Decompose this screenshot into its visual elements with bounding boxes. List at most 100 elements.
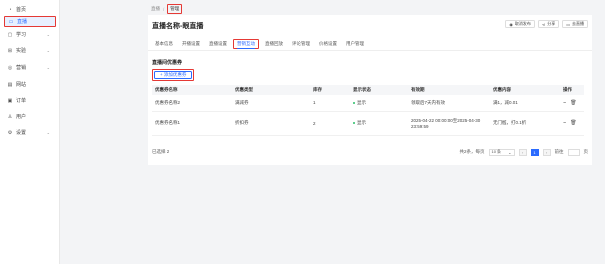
page-number[interactable]: 1: [530, 148, 539, 156]
coupon-type: 折扣券: [232, 111, 310, 136]
coupon-stock: 1: [310, 95, 350, 112]
marketing-icon: ◎: [7, 64, 13, 71]
column-header: 操作: [560, 85, 584, 95]
breadcrumb-parent[interactable]: 直播: [151, 6, 160, 12]
chevron-down-icon: ⌄: [46, 32, 50, 37]
sidebar: ◔ 首页 ▭ 直播 ▢ 学习 ⌄ ⊞ 实验 ⌄ ◎ 营销 ⌄ ▤ 网站 ▣ 订单 ♙ 用户 ⚙ 设置 ⌄: [0, 0, 60, 264]
tab-divider: [148, 50, 592, 51]
delete-icon[interactable]: 🗑: [570, 100, 576, 106]
chevron-down-icon: ⌄: [508, 149, 512, 155]
sidebar-item-label: 用户: [16, 114, 27, 120]
user-icon: ♙: [7, 113, 13, 120]
pagination: 共2条，每页 10 条 ⌄ ‹ 1 › 前往 页: [459, 148, 589, 156]
coupon-table: 优惠券名称 优惠类型 库存 显示状态 有效期 优惠内容 操作 优惠券名称2 满减券 1 显示 领取后…: [152, 85, 584, 136]
sidebar-item-7[interactable]: ♙ 用户: [4, 111, 56, 122]
coupon-stock: 2: [310, 111, 350, 136]
live-icon: ▭: [8, 18, 14, 25]
sidebar-item-5[interactable]: ▤ 网站: [4, 79, 56, 90]
column-header: 有效期: [408, 85, 490, 95]
share-icon: ⋖: [541, 21, 546, 27]
tab-0[interactable]: 基本信息: [152, 39, 176, 49]
jump-label: 前往: [554, 149, 564, 154]
coupon-name: 优惠券名称1: [152, 111, 232, 136]
section-title: 直播间优惠券: [152, 60, 183, 66]
header-button-label: 去直播: [572, 21, 584, 26]
table-row: 优惠券名称1 折扣券 2 显示 2025-04-22 00:00:00至2025-04-…: [152, 111, 584, 136]
header-button-0[interactable]: ◉ 取消发布: [505, 20, 535, 28]
add-coupon-button[interactable]: + 添加优惠券: [154, 71, 193, 79]
tab-2[interactable]: 直播设置: [206, 39, 230, 49]
chevron-down-icon: ⌄: [46, 130, 50, 135]
status-dot: [353, 101, 355, 104]
status-badge: 显示: [357, 99, 366, 105]
order-icon: ▣: [7, 97, 13, 104]
sidebar-item-6[interactable]: ▣ 订单: [4, 95, 56, 106]
selected-count: 已选择 2: [152, 149, 170, 154]
actions-cell: ⌣ 🗑: [560, 95, 584, 112]
tab-4[interactable]: 直播回放: [262, 39, 286, 49]
breadcrumb-current[interactable]: 管理: [167, 4, 183, 14]
status-badge: 显示: [357, 120, 366, 125]
chevron-down-icon: ⌄: [46, 65, 50, 70]
coupon-validity: 领取后7天内有效: [408, 95, 490, 112]
coupon-content: 无门槛，打0.1折: [490, 111, 560, 136]
sidebar-item-label: 网站: [16, 82, 27, 88]
row-actions: ⌣ 🗑: [563, 120, 584, 126]
status-dot: [353, 121, 355, 124]
row-actions: ⌣ 🗑: [563, 100, 584, 106]
coupon-content: 满1，减0.01: [490, 95, 560, 112]
coupon-name: 优惠券名称2: [152, 95, 232, 112]
prev-page-button[interactable]: ‹: [518, 148, 527, 156]
next-page-button[interactable]: ›: [542, 148, 551, 156]
sidebar-item-3[interactable]: ⊞ 实验 ⌄: [4, 45, 56, 56]
sidebar-item-label: 直播: [17, 19, 28, 25]
unpublish-icon: ◉: [509, 21, 513, 27]
table-footer: 已选择 2 共2条，每页 10 条 ⌄ ‹ 1 › 前往 页: [152, 146, 588, 158]
flask-icon: ⊞: [7, 47, 13, 54]
more-icon[interactable]: ⌣: [563, 100, 566, 106]
tab-6[interactable]: 价格设置: [316, 39, 340, 49]
header-button-label: 分享: [547, 21, 556, 26]
tab-bar: 基本信息 开播设置 直播设置 营销互动 直播回放 评论管理 价格设置 用户管理: [152, 39, 370, 49]
jump-input[interactable]: [567, 148, 580, 156]
header-button-2[interactable]: ▭ 去直播: [562, 20, 588, 28]
breadcrumb-separator: /: [163, 6, 165, 12]
go-live-icon: ▭: [566, 21, 570, 27]
coupon-type: 满减券: [232, 95, 310, 112]
sidebar-item-label: 营销: [16, 65, 27, 71]
sidebar-item-2[interactable]: ▢ 学习 ⌄: [4, 29, 56, 40]
total-count: 共2条，每页: [459, 149, 485, 154]
column-header: 优惠内容: [490, 85, 560, 95]
page-size-value: 10 条: [491, 149, 502, 154]
sidebar-item-label: 首页: [16, 7, 27, 13]
column-header: 显示状态: [350, 85, 408, 95]
page-size-select[interactable]: 10 条 ⌄: [488, 148, 515, 156]
tab-7[interactable]: 用户管理: [343, 39, 367, 49]
sidebar-item-0[interactable]: ◔ 首页: [4, 4, 56, 15]
actions-cell: ⌣ 🗑: [560, 111, 584, 136]
coupon-validity: 2025-04-22 00:00:00至2025-04-30 23:59:59: [408, 111, 490, 136]
sidebar-item-8[interactable]: ⚙ 设置 ⌄: [4, 127, 56, 138]
sidebar-item-label: 学习: [16, 32, 27, 38]
main-panel: 直播名称-眼直播 ◉ 取消发布 ⋖ 分享 ▭ 去直播 基本信息 开播设置 直播设置 营销互动 直播…: [148, 15, 592, 165]
sidebar-item-1[interactable]: ▭ 直播: [4, 16, 56, 27]
book-icon: ▢: [7, 31, 13, 38]
sidebar-item-label: 设置: [16, 130, 27, 136]
column-header: 优惠类型: [232, 85, 310, 95]
dashboard-icon: ◔: [8, 6, 12, 13]
sidebar-item-4[interactable]: ◎ 营销 ⌄: [4, 62, 56, 73]
table-row: 优惠券名称2 满减券 1 显示 领取后7天内有效 满1，减0.01 ⌣ 🗑: [152, 95, 584, 112]
header-actions: ◉ 取消发布 ⋖ 分享 ▭ 去直播: [505, 20, 588, 28]
tab-3[interactable]: 营销互动: [233, 39, 259, 49]
sidebar-item-label: 订单: [16, 98, 27, 104]
delete-icon[interactable]: 🗑: [570, 120, 576, 126]
tab-5[interactable]: 评论管理: [289, 39, 313, 49]
chevron-down-icon: ⌄: [46, 48, 50, 53]
jump-unit: 页: [583, 149, 589, 154]
more-icon[interactable]: ⌣: [563, 120, 566, 126]
header-button-label: 取消发布: [514, 21, 531, 26]
tab-1[interactable]: 开播设置: [179, 39, 203, 49]
header-button-1[interactable]: ⋖ 分享: [537, 20, 560, 28]
status-cell: 显示: [350, 111, 408, 136]
status-cell: 显示: [350, 95, 408, 112]
